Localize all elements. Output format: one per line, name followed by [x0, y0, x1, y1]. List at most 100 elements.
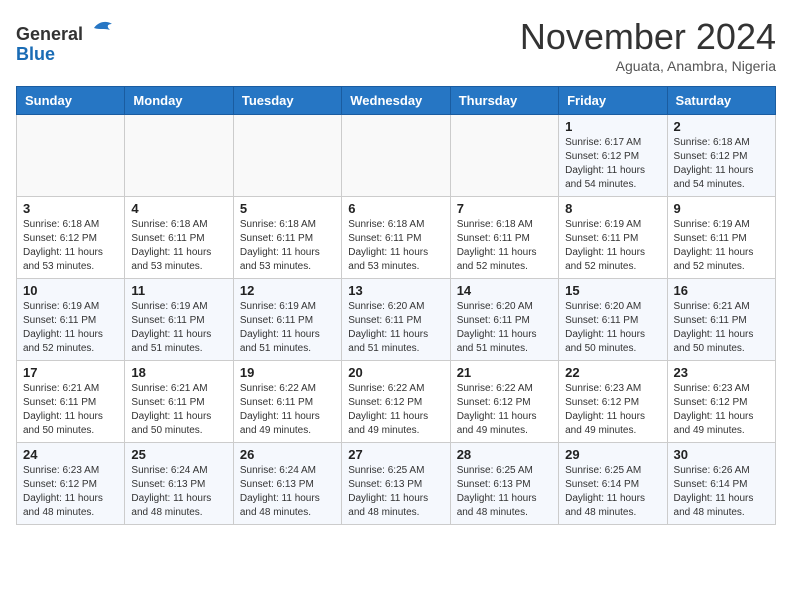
calendar-cell: 9 Sunrise: 6:19 AM Sunset: 6:11 PM Daylig… [667, 197, 775, 279]
logo-bird-icon [90, 16, 114, 40]
day-number: 22 [565, 365, 660, 380]
day-info: Sunrise: 6:23 AM Sunset: 6:12 PM Dayligh… [565, 382, 660, 438]
day-info: Sunrise: 6:22 AM Sunset: 6:12 PM Dayligh… [457, 382, 552, 438]
day-number: 3 [23, 201, 118, 216]
calendar-cell: 10 Sunrise: 6:19 AM Sunset: 6:11 PM Dayli… [17, 279, 125, 361]
day-info: Sunrise: 6:19 AM Sunset: 6:11 PM Dayligh… [565, 218, 660, 274]
calendar-cell: 1 Sunrise: 6:17 AM Sunset: 6:12 PM Daylig… [559, 115, 667, 197]
weekday-header: Monday [125, 87, 233, 115]
month-title: November 2024 [520, 16, 776, 58]
calendar-cell: 20 Sunrise: 6:22 AM Sunset: 6:12 PM Dayli… [342, 361, 450, 443]
calendar-header-row: SundayMondayTuesdayWednesdayThursdayFrid… [17, 87, 776, 115]
weekday-header: Tuesday [233, 87, 341, 115]
day-number: 13 [348, 283, 443, 298]
calendar-cell: 27Sunrise: 6:25 AM Sunset: 6:13 PM Dayli… [342, 443, 450, 525]
logo-general: General [16, 24, 83, 44]
day-number: 4 [131, 201, 226, 216]
calendar-cell: 23 Sunrise: 6:23 AM Sunset: 6:12 PM Dayli… [667, 361, 775, 443]
logo-blue: Blue [16, 44, 55, 64]
calendar-cell: 7Sunrise: 6:18 AM Sunset: 6:11 PM Daylig… [450, 197, 558, 279]
calendar-week-row: 24 Sunrise: 6:23 AM Sunset: 6:12 PM Dayli… [17, 443, 776, 525]
day-number: 5 [240, 201, 335, 216]
calendar-cell [342, 115, 450, 197]
calendar-table: SundayMondayTuesdayWednesdayThursdayFrid… [16, 86, 776, 525]
day-number: 1 [565, 119, 660, 134]
day-info: Sunrise: 6:18 AM Sunset: 6:11 PM Dayligh… [131, 218, 226, 274]
calendar-cell: 21Sunrise: 6:22 AM Sunset: 6:12 PM Dayli… [450, 361, 558, 443]
calendar-cell: 15 Sunrise: 6:20 AM Sunset: 6:11 PM Dayli… [559, 279, 667, 361]
day-info: Sunrise: 6:18 AM Sunset: 6:12 PM Dayligh… [674, 136, 769, 192]
calendar-cell: 17 Sunrise: 6:21 AM Sunset: 6:11 PM Dayli… [17, 361, 125, 443]
day-info: Sunrise: 6:17 AM Sunset: 6:12 PM Dayligh… [565, 136, 660, 192]
day-number: 12 [240, 283, 335, 298]
day-info: Sunrise: 6:22 AM Sunset: 6:11 PM Dayligh… [240, 382, 335, 438]
calendar-cell: 28 Sunrise: 6:25 AM Sunset: 6:13 PM Dayli… [450, 443, 558, 525]
calendar-week-row: 10 Sunrise: 6:19 AM Sunset: 6:11 PM Dayli… [17, 279, 776, 361]
weekday-header: Thursday [450, 87, 558, 115]
day-info: Sunrise: 6:24 AM Sunset: 6:13 PM Dayligh… [131, 464, 226, 520]
day-info: Sunrise: 6:19 AM Sunset: 6:11 PM Dayligh… [23, 300, 118, 356]
calendar-cell: 25 Sunrise: 6:24 AM Sunset: 6:13 PM Dayli… [125, 443, 233, 525]
day-number: 16 [674, 283, 769, 298]
calendar-cell: 3 Sunrise: 6:18 AM Sunset: 6:12 PM Daylig… [17, 197, 125, 279]
day-number: 14 [457, 283, 552, 298]
day-info: Sunrise: 6:20 AM Sunset: 6:11 PM Dayligh… [457, 300, 552, 356]
day-info: Sunrise: 6:21 AM Sunset: 6:11 PM Dayligh… [674, 300, 769, 356]
day-info: Sunrise: 6:18 AM Sunset: 6:11 PM Dayligh… [348, 218, 443, 274]
calendar-cell: 4 Sunrise: 6:18 AM Sunset: 6:11 PM Daylig… [125, 197, 233, 279]
day-number: 25 [131, 447, 226, 462]
day-info: Sunrise: 6:20 AM Sunset: 6:11 PM Dayligh… [565, 300, 660, 356]
calendar-cell: 24 Sunrise: 6:23 AM Sunset: 6:12 PM Dayli… [17, 443, 125, 525]
day-info: Sunrise: 6:18 AM Sunset: 6:11 PM Dayligh… [240, 218, 335, 274]
logo: General Blue [16, 16, 114, 65]
calendar-week-row: 17 Sunrise: 6:21 AM Sunset: 6:11 PM Dayli… [17, 361, 776, 443]
day-number: 19 [240, 365, 335, 380]
calendar-cell [17, 115, 125, 197]
day-info: Sunrise: 6:21 AM Sunset: 6:11 PM Dayligh… [23, 382, 118, 438]
day-info: Sunrise: 6:19 AM Sunset: 6:11 PM Dayligh… [240, 300, 335, 356]
calendar-week-row: 1 Sunrise: 6:17 AM Sunset: 6:12 PM Daylig… [17, 115, 776, 197]
page-header: General Blue November 2024 Aguata, Anamb… [16, 16, 776, 74]
day-number: 29 [565, 447, 660, 462]
day-number: 30 [674, 447, 769, 462]
calendar-cell: 11Sunrise: 6:19 AM Sunset: 6:11 PM Dayli… [125, 279, 233, 361]
day-number: 17 [23, 365, 118, 380]
day-number: 24 [23, 447, 118, 462]
day-info: Sunrise: 6:23 AM Sunset: 6:12 PM Dayligh… [674, 382, 769, 438]
day-number: 20 [348, 365, 443, 380]
day-info: Sunrise: 6:18 AM Sunset: 6:12 PM Dayligh… [23, 218, 118, 274]
calendar-cell: 16 Sunrise: 6:21 AM Sunset: 6:11 PM Dayli… [667, 279, 775, 361]
calendar-cell: 26Sunrise: 6:24 AM Sunset: 6:13 PM Dayli… [233, 443, 341, 525]
day-info: Sunrise: 6:23 AM Sunset: 6:12 PM Dayligh… [23, 464, 118, 520]
calendar-cell: 18Sunrise: 6:21 AM Sunset: 6:11 PM Dayli… [125, 361, 233, 443]
day-info: Sunrise: 6:22 AM Sunset: 6:12 PM Dayligh… [348, 382, 443, 438]
calendar-cell: 29 Sunrise: 6:25 AM Sunset: 6:14 PM Dayli… [559, 443, 667, 525]
weekday-header: Wednesday [342, 87, 450, 115]
calendar-cell: 8 Sunrise: 6:19 AM Sunset: 6:11 PM Daylig… [559, 197, 667, 279]
day-info: Sunrise: 6:19 AM Sunset: 6:11 PM Dayligh… [674, 218, 769, 274]
day-number: 7 [457, 201, 552, 216]
day-number: 28 [457, 447, 552, 462]
calendar-cell: 12 Sunrise: 6:19 AM Sunset: 6:11 PM Dayli… [233, 279, 341, 361]
calendar-week-row: 3 Sunrise: 6:18 AM Sunset: 6:12 PM Daylig… [17, 197, 776, 279]
day-info: Sunrise: 6:20 AM Sunset: 6:11 PM Dayligh… [348, 300, 443, 356]
calendar-cell: 19 Sunrise: 6:22 AM Sunset: 6:11 PM Dayli… [233, 361, 341, 443]
day-info: Sunrise: 6:25 AM Sunset: 6:13 PM Dayligh… [348, 464, 443, 520]
day-info: Sunrise: 6:21 AM Sunset: 6:11 PM Dayligh… [131, 382, 226, 438]
day-number: 9 [674, 201, 769, 216]
day-number: 2 [674, 119, 769, 134]
title-block: November 2024 Aguata, Anambra, Nigeria [520, 16, 776, 74]
day-info: Sunrise: 6:25 AM Sunset: 6:14 PM Dayligh… [565, 464, 660, 520]
calendar-cell: 13 Sunrise: 6:20 AM Sunset: 6:11 PM Dayli… [342, 279, 450, 361]
calendar-cell: 2 Sunrise: 6:18 AM Sunset: 6:12 PM Daylig… [667, 115, 775, 197]
calendar-cell: 22 Sunrise: 6:23 AM Sunset: 6:12 PM Dayli… [559, 361, 667, 443]
day-info: Sunrise: 6:25 AM Sunset: 6:13 PM Dayligh… [457, 464, 552, 520]
day-number: 23 [674, 365, 769, 380]
calendar-cell [233, 115, 341, 197]
day-number: 26 [240, 447, 335, 462]
day-number: 10 [23, 283, 118, 298]
day-number: 15 [565, 283, 660, 298]
calendar-cell: 5 Sunrise: 6:18 AM Sunset: 6:11 PM Daylig… [233, 197, 341, 279]
day-number: 8 [565, 201, 660, 216]
weekday-header: Friday [559, 87, 667, 115]
